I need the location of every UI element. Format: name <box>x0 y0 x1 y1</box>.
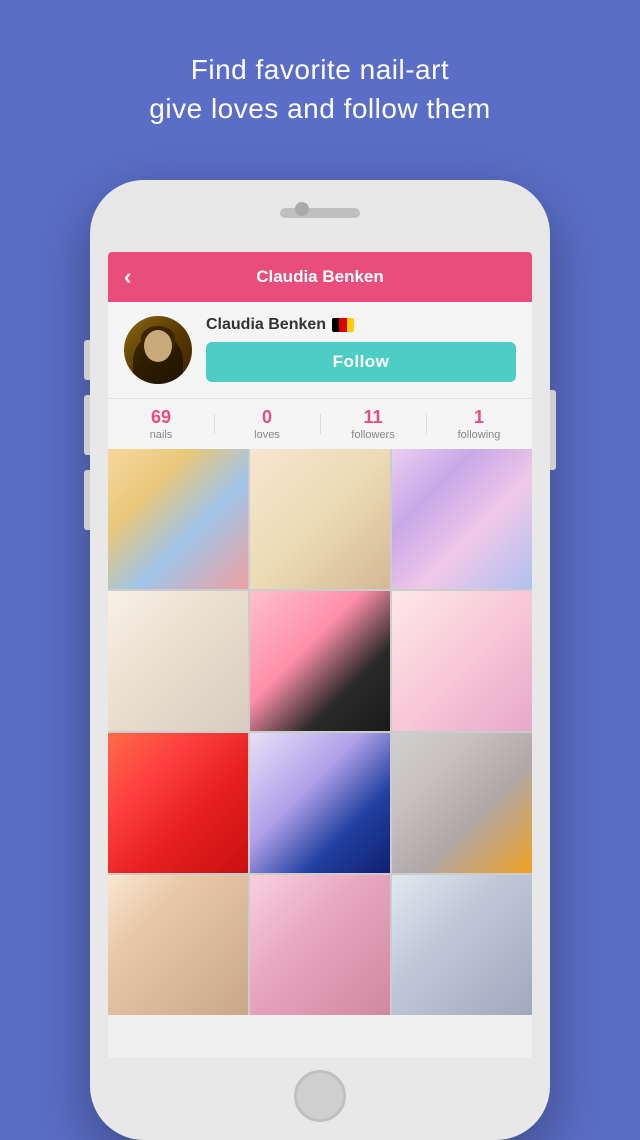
follow-button[interactable]: Follow <box>206 342 516 382</box>
phone-screen: ‹ Claudia Benken Claudia Benken <box>108 252 532 1058</box>
loves-label: loves <box>214 429 320 441</box>
nails-label: nails <box>108 429 214 441</box>
avatar <box>124 316 192 384</box>
grid-item-8[interactable] <box>250 733 390 873</box>
grid-item-2[interactable] <box>250 449 390 589</box>
profile-info: Claudia Benken Follow <box>206 316 516 382</box>
following-count: 1 <box>426 407 532 429</box>
grid-item-1[interactable] <box>108 449 248 589</box>
headline-line2: give loves and follow them <box>149 93 490 124</box>
stat-followers: 11 followers <box>320 407 426 441</box>
nail-art-grid <box>108 449 532 1015</box>
phone-mockup: ‹ Claudia Benken Claudia Benken <box>90 180 550 1140</box>
back-button[interactable]: ‹ <box>124 266 131 288</box>
grid-item-10[interactable] <box>108 875 248 1015</box>
avatar-container <box>124 316 192 384</box>
stat-following: 1 following <box>426 407 532 441</box>
grid-item-5[interactable] <box>250 591 390 731</box>
profile-name-text: Claudia Benken <box>206 316 326 334</box>
phone-speaker <box>280 208 360 218</box>
stat-loves: 0 loves <box>214 407 320 441</box>
stats-row: 69 nails 0 loves 11 followers 1 followin… <box>108 398 532 449</box>
app-headline: Find favorite nail-art give loves and fo… <box>0 0 640 128</box>
phone-volume-up-button <box>84 395 90 455</box>
country-flag <box>332 318 354 332</box>
phone-body: ‹ Claudia Benken Claudia Benken <box>90 180 550 1140</box>
header-title: Claudia Benken <box>256 267 384 287</box>
headline-line1: Find favorite nail-art <box>191 54 449 85</box>
grid-item-11[interactable] <box>250 875 390 1015</box>
stat-nails: 69 nails <box>108 407 214 441</box>
profile-section: Claudia Benken Follow <box>108 302 532 398</box>
phone-mute-button <box>84 340 90 380</box>
grid-item-3[interactable] <box>392 449 532 589</box>
profile-name: Claudia Benken <box>206 316 516 334</box>
phone-home-button[interactable] <box>294 1070 346 1122</box>
app-header: ‹ Claudia Benken <box>108 252 532 302</box>
phone-camera <box>295 202 309 216</box>
avatar-head <box>144 330 172 362</box>
followers-label: followers <box>320 429 426 441</box>
nails-count: 69 <box>108 407 214 429</box>
following-label: following <box>426 429 532 441</box>
grid-item-9[interactable] <box>392 733 532 873</box>
grid-item-6[interactable] <box>392 591 532 731</box>
grid-item-7[interactable] <box>108 733 248 873</box>
grid-item-4[interactable] <box>108 591 248 731</box>
loves-count: 0 <box>214 407 320 429</box>
grid-item-12[interactable] <box>392 875 532 1015</box>
phone-power-button <box>550 390 556 470</box>
followers-count: 11 <box>320 407 426 429</box>
phone-volume-down-button <box>84 470 90 530</box>
